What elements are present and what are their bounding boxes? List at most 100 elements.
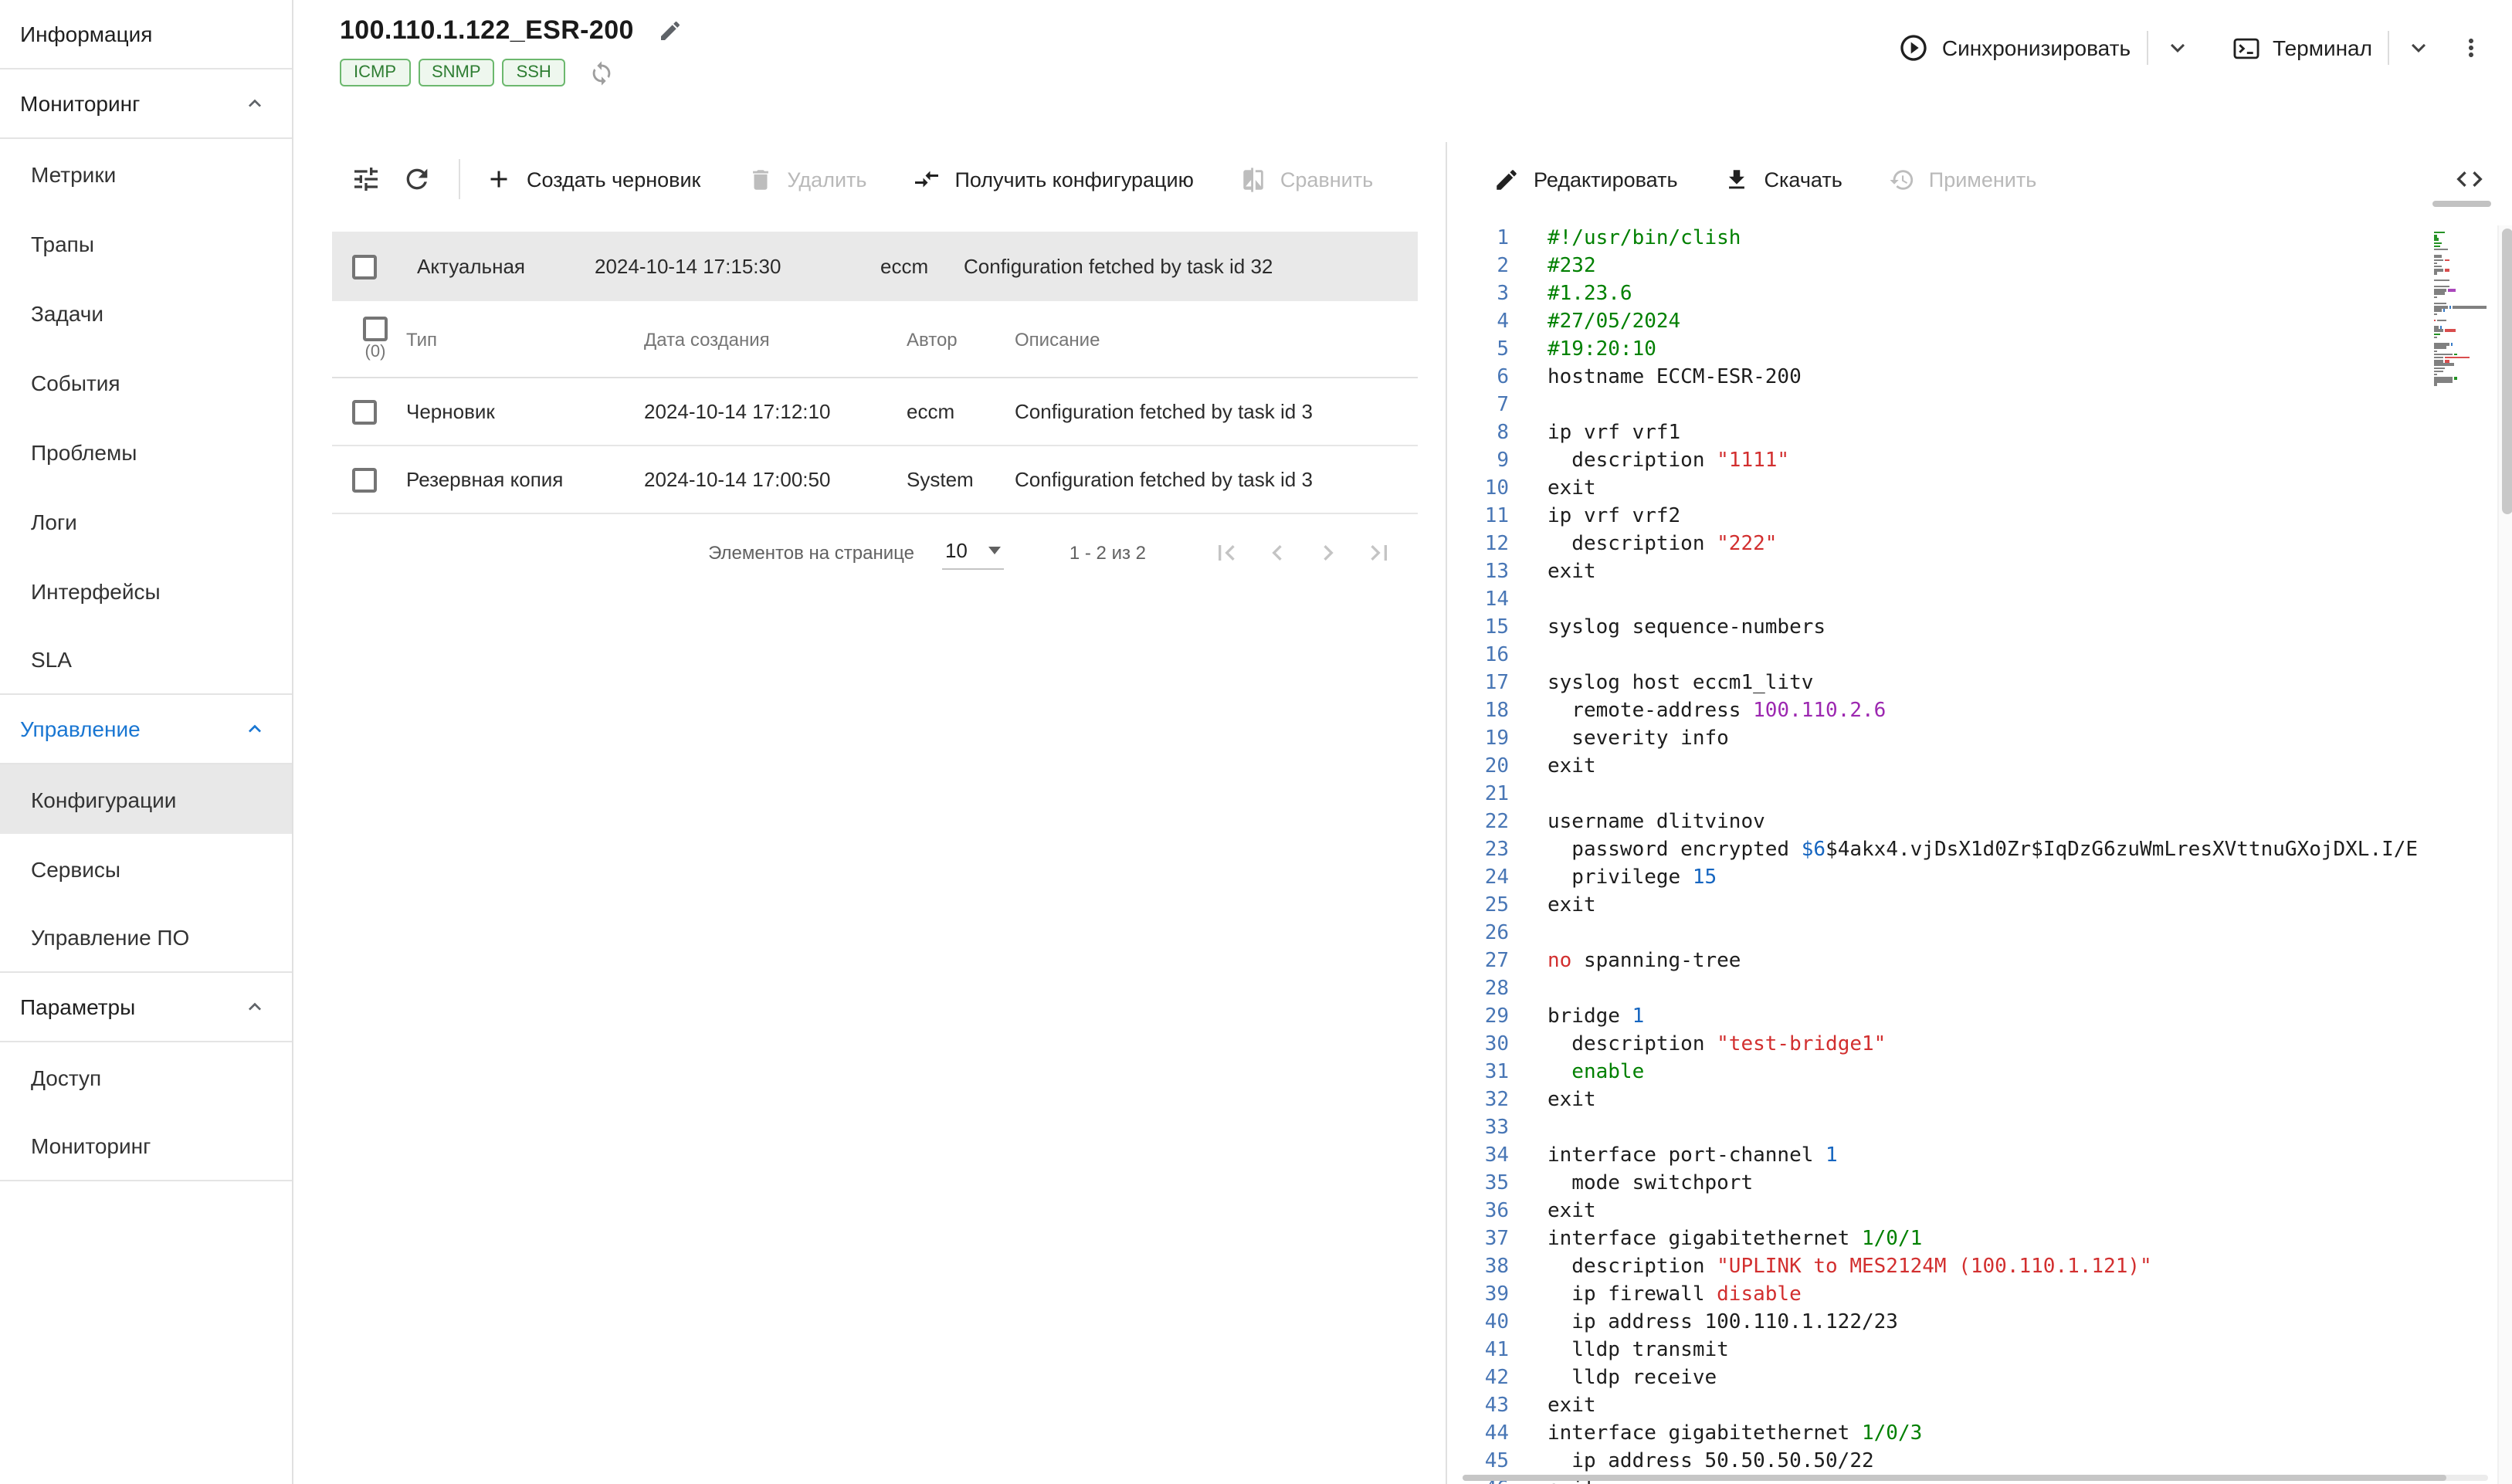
code-line: 13exit: [1447, 559, 2512, 587]
row-checkbox[interactable]: [352, 467, 377, 492]
trash-icon: [747, 166, 773, 192]
row-type: Черновик: [403, 400, 641, 423]
edit-title-icon[interactable]: [659, 19, 683, 43]
play-circle-icon: [1899, 32, 1930, 63]
sidebar-item[interactable]: Задачи: [0, 278, 292, 347]
current-config-row[interactable]: Актуальная 2024-10-14 17:15:30 eccm Conf…: [332, 232, 1418, 301]
row-date: 2024-10-14 17:00:50: [641, 468, 903, 491]
sidebar-item-label: Логи: [31, 509, 77, 534]
filter-button[interactable]: [351, 164, 381, 195]
sidebar-item[interactable]: Логи: [0, 486, 292, 556]
fetch-config-button[interactable]: Получить конфигурацию: [913, 165, 1193, 193]
items-per-page-select[interactable]: 10: [942, 536, 1005, 570]
row-date: 2024-10-14 17:12:10: [641, 400, 903, 423]
code-view-toggle-button[interactable]: [2454, 164, 2485, 195]
sidebar-item[interactable]: Мониторинг: [0, 69, 292, 139]
sidebar-item[interactable]: Информация: [0, 0, 292, 69]
line-number: 38: [1447, 1254, 1509, 1282]
terminal-label: Терминал: [2273, 36, 2372, 60]
sidebar-item-label: Информация: [20, 22, 152, 46]
app-window: ИнформацияМониторингМетрикиТрапыЗадачиСо…: [0, 0, 2512, 1484]
line-number: 14: [1447, 587, 1509, 615]
line-number: 45: [1447, 1448, 1509, 1476]
synchronize-dropdown-button[interactable]: [2163, 34, 2191, 62]
line-number: 7: [1447, 392, 1509, 420]
edit-config-button[interactable]: Редактировать: [1493, 166, 1678, 192]
pencil-icon: [1493, 166, 1520, 192]
sidebar-item[interactable]: SLA: [0, 625, 292, 695]
sidebar-item[interactable]: Интерфейсы: [0, 556, 292, 625]
content-area: Создать черновик Удалить Получить конфиг…: [293, 142, 2512, 1484]
sidebar-item[interactable]: Сервисы: [0, 834, 292, 903]
sidebar-item-label: Управление ПО: [31, 925, 189, 950]
code-line: 30 description "test-bridge1": [1447, 1032, 2512, 1059]
download-config-button[interactable]: Скачать: [1724, 166, 1842, 192]
compare-button[interactable]: Сравнить: [1240, 166, 1373, 192]
horizontal-scrollbar-thumb[interactable]: [1463, 1475, 2447, 1481]
select-all-checkbox[interactable]: [363, 317, 388, 341]
column-header-description: Описание: [1012, 328, 1418, 350]
code-line: 44interface gigabitethernet 1/0/3: [1447, 1421, 2512, 1448]
code-toolbar: Редактировать Скачать Применить: [1447, 148, 2512, 210]
sidebar-item[interactable]: Конфигурации: [0, 764, 292, 834]
last-page-button[interactable]: [1364, 537, 1395, 568]
line-number: 1: [1447, 225, 1509, 253]
delete-button[interactable]: Удалить: [747, 166, 866, 192]
code-line: 32exit: [1447, 1087, 2512, 1115]
line-number: 15: [1447, 615, 1509, 642]
line-number: 43: [1447, 1393, 1509, 1421]
line-number: 10: [1447, 476, 1509, 503]
sidebar-item[interactable]: События: [0, 347, 292, 417]
line-number: 40: [1447, 1310, 1509, 1337]
line-number: 44: [1447, 1421, 1509, 1448]
current-config-date: 2024-10-14 17:15:30: [581, 255, 866, 278]
code-line: 2#232: [1447, 253, 2512, 281]
minimap-handle[interactable]: [2432, 201, 2491, 207]
sidebar-item[interactable]: Метрики: [0, 139, 292, 208]
sidebar-item[interactable]: Проблемы: [0, 417, 292, 486]
table-row[interactable]: Черновик2024-10-14 17:12:10eccmConfigura…: [332, 378, 1418, 446]
line-number: 37: [1447, 1226, 1509, 1254]
code-minimap[interactable]: [2432, 229, 2491, 390]
download-icon: [1724, 166, 1751, 192]
selected-count: (0): [365, 343, 386, 361]
code-line: 6hostname ECCM-ESR-200: [1447, 364, 2512, 392]
sidebar-item[interactable]: Управление ПО: [0, 903, 292, 973]
refresh-button[interactable]: [402, 164, 432, 195]
sidebar-nav: ИнформацияМониторингМетрикиТрапыЗадачиСо…: [0, 0, 292, 1181]
line-number: 32: [1447, 1087, 1509, 1115]
code-line: 33: [1447, 1115, 2512, 1143]
sidebar-item[interactable]: Доступ: [0, 1042, 292, 1112]
create-draft-button[interactable]: Создать черновик: [485, 165, 700, 193]
code-line: 23 password encrypted $6$4akx4.vjDsX1d0Z…: [1447, 837, 2512, 865]
next-page-button[interactable]: [1313, 537, 1344, 568]
sidebar-item[interactable]: Управление: [0, 695, 292, 764]
sidebar-item[interactable]: Трапы: [0, 208, 292, 278]
sidebar-item[interactable]: Мониторинг: [0, 1112, 292, 1181]
sidebar-item[interactable]: Параметры: [0, 973, 292, 1042]
vertical-scrollbar[interactable]: [2497, 225, 2512, 1484]
code-line: 45 ip address 50.50.50.50/22: [1447, 1448, 2512, 1476]
row-description: Configuration fetched by task id 3: [1012, 468, 1418, 491]
availability-refresh-icon[interactable]: [588, 59, 615, 86]
synchronize-button[interactable]: Синхронизировать: [1899, 32, 2131, 63]
more-menu-button[interactable]: [2457, 34, 2485, 62]
line-number: 25: [1447, 893, 1509, 920]
terminal-dropdown-button[interactable]: [2405, 34, 2432, 62]
first-page-button[interactable]: [1211, 537, 1242, 568]
tune-icon: [351, 164, 381, 195]
horizontal-scrollbar[interactable]: [1463, 1475, 2488, 1481]
vertical-scrollbar-thumb[interactable]: [2501, 229, 2512, 514]
row-checkbox[interactable]: [352, 399, 377, 424]
terminal-button[interactable]: Терминал: [2231, 33, 2372, 63]
table-row[interactable]: Резервная копия2024-10-14 17:00:50System…: [332, 446, 1418, 514]
chevron-down-icon: [2163, 34, 2191, 62]
code-editor-body[interactable]: 1#!/usr/bin/clish2#2323#1.23.64#27/05/20…: [1447, 225, 2512, 1484]
apply-config-button[interactable]: Применить: [1889, 166, 2037, 192]
divider: [2146, 31, 2148, 65]
items-per-page-value: 10: [945, 539, 968, 562]
line-number: 8: [1447, 420, 1509, 448]
row-checkbox[interactable]: [352, 254, 377, 279]
prev-page-button[interactable]: [1262, 537, 1293, 568]
line-number: 35: [1447, 1171, 1509, 1198]
